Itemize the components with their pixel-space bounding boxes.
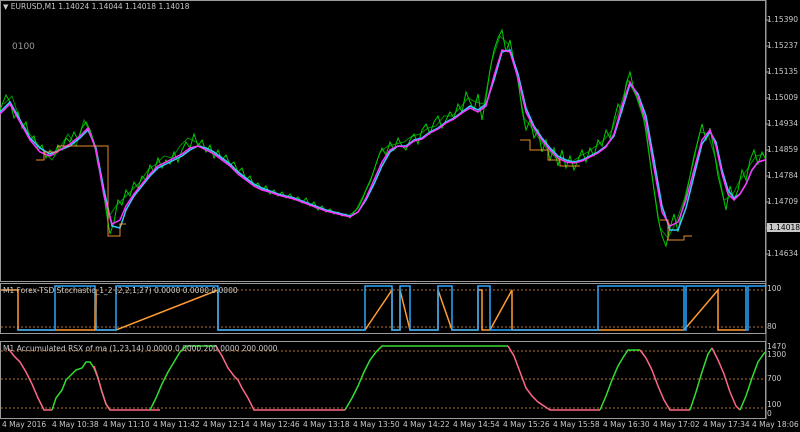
time-label: 4 May 18:06 [752, 420, 799, 429]
time-label: 4 May 2016 [2, 420, 47, 429]
rsx-scale-label: 700 [767, 374, 782, 383]
price-label: 1.15009 [767, 93, 799, 102]
time-label: 4 May 12:46 [253, 420, 300, 429]
symbol-header-text: EURUSD,M1 1.14024 1.14044 1.14018 1.1401… [10, 2, 190, 11]
stoch-scale-label: 100 [767, 284, 782, 293]
time-label: 4 May 15:26 [503, 420, 550, 429]
time-label: 4 May 13:18 [303, 420, 350, 429]
stoch-scale-label: 80 [767, 322, 777, 331]
time-label: 4 May 10:38 [52, 420, 99, 429]
time-label: 4 May 15:58 [553, 420, 600, 429]
time-label: 4 May 13:50 [353, 420, 400, 429]
triangle-down-icon[interactable]: ▼ [3, 3, 8, 11]
time-label: 4 May 11:10 [103, 420, 150, 429]
stochastic-down-line [1, 287, 746, 331]
price-label: 1.14709 [767, 197, 799, 206]
rsx-up-line [51, 361, 111, 411]
chart-svg [0, 0, 770, 419]
price-label: 1.15390 [767, 15, 799, 24]
rsx-scale-label: 0 [767, 409, 772, 418]
time-label: 4 May 14:22 [403, 420, 450, 429]
time-label: 4 May 14:54 [453, 420, 500, 429]
time-label: 4 May 17:02 [653, 420, 700, 429]
current-price-label: 1.14018 [767, 223, 800, 232]
rsx-scale-label: 100 [767, 400, 782, 409]
rsx-label: M1 Accumulated RSX of ma (1,23,14) 0.000… [3, 344, 278, 353]
stochastic-label: M1 Forex-TSD Stochastic_1_2 (2,2,1,27) 0… [3, 286, 238, 295]
chart-header: ▼ EURUSD,M1 1.14024 1.14044 1.14018 1.14… [3, 2, 189, 11]
time-label: 4 May 11:42 [153, 420, 200, 429]
time-label: 4 May 12:14 [203, 420, 250, 429]
watermark-text: 0100 [12, 42, 35, 52]
time-label: 4 May 16:30 [603, 420, 650, 429]
rsx-scale-label: 1300 [767, 350, 787, 359]
price-label: 1.14859 [767, 145, 799, 154]
time-label: 4 May 17:34 [703, 420, 750, 429]
price-label: 1.14784 [767, 171, 799, 180]
price-label: 1.15237 [767, 41, 799, 50]
slow-ma-line [0, 49, 766, 231]
price-label: 1.15135 [767, 67, 799, 76]
price-label: 1.14934 [767, 119, 799, 128]
price-label: 1.14634 [767, 249, 799, 258]
